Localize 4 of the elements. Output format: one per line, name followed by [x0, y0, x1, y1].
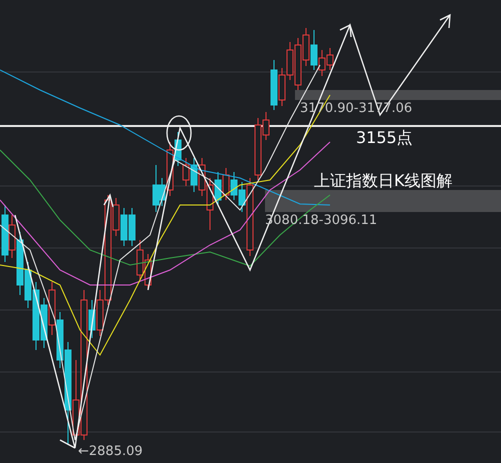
low-price-label: ←2885.09 [78, 444, 143, 459]
highlight-circle [166, 115, 192, 151]
price-level-label: 3155点 [356, 128, 413, 149]
chart-title: 上证指数日K线图解 [314, 171, 452, 192]
